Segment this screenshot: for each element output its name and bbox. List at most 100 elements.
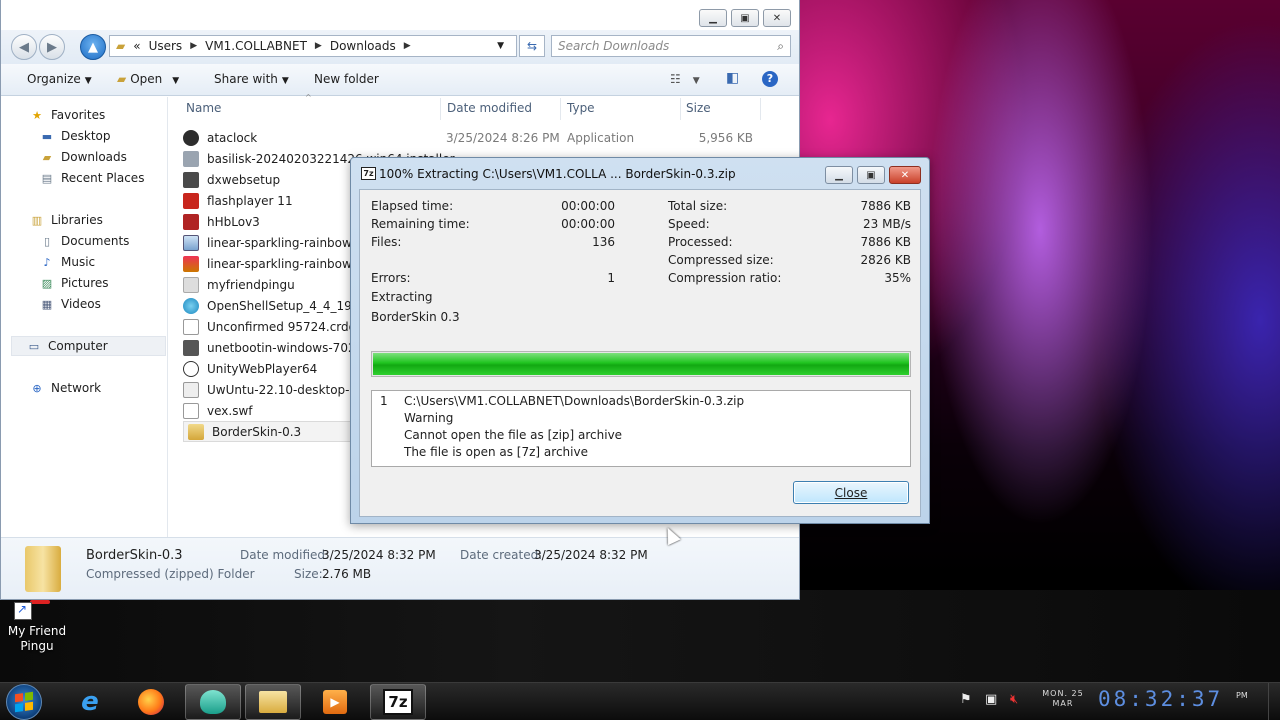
forward-button[interactable]: ▶ — [39, 34, 65, 60]
chevron-down-icon: ▼ — [84, 76, 92, 86]
minimize-button[interactable]: ▁ — [699, 9, 727, 27]
sidebar-favorites[interactable]: ★ Favorites — [29, 105, 105, 125]
refresh-button[interactable]: ⇆ — [519, 35, 545, 57]
up-arrow-icon: ▲ — [88, 39, 98, 55]
chevron-right-icon[interactable]: ▶ — [404, 41, 411, 51]
sidebar-item-videos[interactable]: ▦ Videos — [39, 294, 101, 314]
file-name: unetbootin-windows-702 — [207, 340, 356, 355]
sidebar-item-recent-places[interactable]: ▤ Recent Places — [39, 168, 145, 188]
dialog-body: Elapsed time: 00:00:00 Remaining time: 0… — [359, 189, 921, 517]
action-center-flag-icon[interactable]: ⚑ — [960, 692, 972, 707]
progress-bar — [371, 351, 911, 377]
image-file-icon — [183, 234, 199, 251]
column-divider[interactable] — [760, 98, 761, 120]
back-button[interactable]: ◀ — [11, 34, 37, 60]
file-row-selected[interactable]: BorderSkin-0.3 — [183, 421, 353, 442]
sidebar-item-downloads[interactable]: ▰ Downloads — [39, 147, 127, 167]
7zip-icon: 7z — [361, 167, 376, 180]
media-player-icon: ▶ — [323, 690, 347, 714]
file-size: 5,956 KB — [698, 130, 753, 145]
taskbar-firefox[interactable] — [123, 684, 179, 720]
errors-value: 1 — [607, 271, 615, 285]
dialog-minimize-button[interactable]: ▁ — [825, 166, 853, 184]
sidebar-libraries[interactable]: ▥ Libraries — [29, 210, 103, 230]
browser-app-icon — [200, 690, 226, 714]
sidebar-item-documents[interactable]: ▯ Documents — [39, 231, 129, 251]
file-name: flashplayer 11 — [207, 193, 293, 208]
chevron-down-icon: ▼ — [172, 76, 180, 86]
organize-button[interactable]: Organize ▼ — [27, 72, 92, 86]
maximize-icon: ▣ — [740, 12, 750, 24]
videos-icon: ▦ — [41, 297, 53, 311]
tray-date-day: MON. 25 — [1042, 689, 1084, 698]
sidebar-item-music[interactable]: ♪ Music — [39, 252, 95, 272]
taskbar-media-player[interactable]: ▶ — [307, 684, 363, 720]
clock-app-icon — [183, 129, 199, 146]
search-icon[interactable]: ⌕ — [777, 39, 784, 54]
address-part-users[interactable]: Users — [149, 39, 183, 53]
show-desktop-button[interactable] — [1268, 683, 1280, 720]
column-name[interactable]: Name — [186, 101, 221, 115]
column-size[interactable]: Size — [686, 101, 711, 115]
preview-pane-icon: ◧ — [726, 70, 740, 86]
address-dropdown-icon[interactable]: ▼ — [497, 41, 504, 51]
tray-date-month: MAR — [1052, 699, 1074, 708]
desktop-icon-my-friend-pingu[interactable]: My Friend Pingu — [4, 600, 70, 654]
maximize-button[interactable]: ▣ — [731, 9, 759, 27]
internet-explorer-icon: e — [81, 687, 99, 717]
sidebar-item-desktop[interactable]: ▬ Desktop — [39, 126, 111, 146]
start-button[interactable] — [6, 684, 42, 720]
chevron-right-icon[interactable]: ▶ — [315, 41, 322, 51]
details-kind: Compressed (zipped) Folder — [86, 567, 255, 581]
windows-logo-icon — [15, 691, 33, 713]
desktop-icon: ▬ — [41, 129, 53, 143]
column-type[interactable]: Type — [567, 101, 595, 115]
column-divider[interactable] — [440, 98, 441, 120]
close-button[interactable]: Close — [793, 481, 909, 504]
sidebar-network[interactable]: ⊕ Network — [29, 378, 101, 398]
preview-pane-button[interactable]: ◧ — [726, 70, 739, 86]
volume-muted-icon[interactable]: 🔇︎ — [1010, 692, 1018, 707]
taskbar-7zip[interactable]: 7z — [370, 684, 426, 720]
details-date-modified: 3/25/2024 8:32 PM — [322, 548, 436, 562]
address-part-downloads[interactable]: Downloads — [330, 39, 396, 53]
desktop-icon-label-line2: Pingu — [20, 639, 54, 653]
details-size: 2.76 MB — [322, 567, 372, 581]
taskbar-browser-app[interactable] — [185, 684, 241, 720]
tray-date[interactable]: MON. 25 MAR — [1040, 689, 1086, 709]
sidebar-computer[interactable]: ▭ Computer — [11, 336, 166, 356]
close-icon: ✕ — [772, 12, 782, 24]
file-name: hHbLov3 — [207, 214, 260, 229]
view-options-button[interactable]: ☷ ▼ — [670, 72, 700, 86]
address-part-user[interactable]: VM1.COLLABNET — [205, 39, 307, 53]
column-divider[interactable] — [560, 98, 561, 120]
sidebar-item-pictures[interactable]: ▨ Pictures — [39, 273, 109, 293]
column-date-modified[interactable]: Date modified — [447, 101, 532, 115]
message-log[interactable]: 1 C:\Users\VM1.COLLABNET\Downloads\Borde… — [371, 390, 911, 467]
chevron-right-icon[interactable]: ▶ — [190, 41, 197, 51]
address-bar[interactable]: ▰ « Users ▶ VM1.COLLABNET ▶ Downloads ▶ … — [109, 35, 517, 57]
processed-label: Processed: — [668, 235, 733, 249]
share-with-button[interactable]: Share with ▼ — [214, 72, 289, 86]
folder-icon: ▰ — [117, 72, 127, 86]
file-name: BorderSkin-0.3 — [212, 424, 302, 439]
dialog-close-button[interactable]: ✕ — [889, 166, 921, 184]
image-file-icon — [183, 255, 199, 272]
close-window-button[interactable]: ✕ — [763, 9, 791, 27]
folder-icon: ▰ — [116, 39, 126, 53]
new-folder-button[interactable]: New folder — [314, 72, 379, 86]
open-button[interactable]: ▰ Open ▼ — [117, 72, 179, 86]
tray-clock-ampm: PM — [1236, 691, 1248, 700]
taskbar-file-explorer[interactable] — [245, 684, 301, 720]
column-divider[interactable] — [680, 98, 681, 120]
taskbar-internet-explorer[interactable]: e — [62, 684, 118, 720]
tray-clock[interactable]: 08:32:37 — [1098, 687, 1223, 711]
search-input[interactable]: Search Downloads ⌕ — [551, 35, 791, 57]
network-tray-icon[interactable]: ▣ — [985, 692, 997, 707]
dialog-maximize-button[interactable]: ▣ — [857, 166, 885, 184]
up-button[interactable]: ▲ — [80, 34, 106, 60]
7zip-taskbar-icon: 7z — [383, 689, 413, 715]
sidebar-label: Favorites — [51, 108, 106, 122]
help-button[interactable]: ? — [762, 71, 778, 87]
file-row[interactable]: ataclock 3/25/2024 8:26 PM Application 5… — [183, 127, 783, 148]
